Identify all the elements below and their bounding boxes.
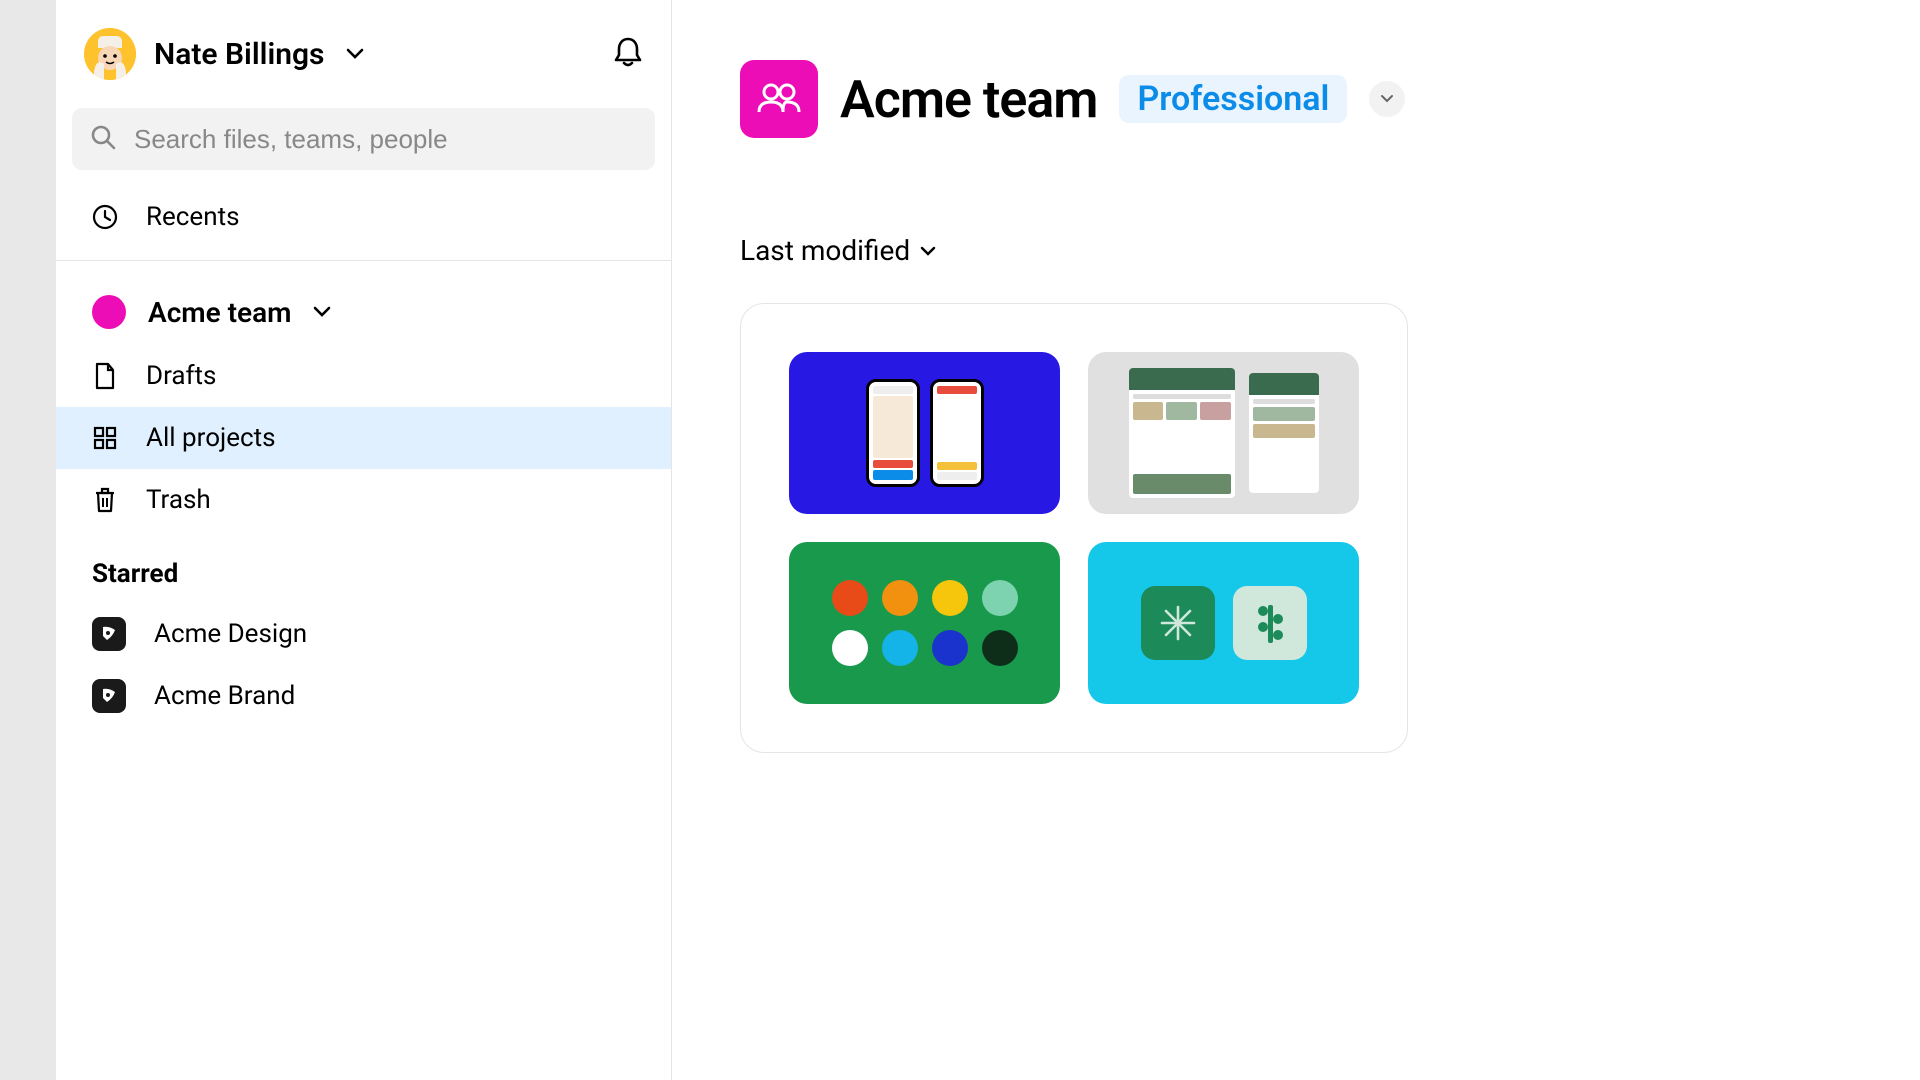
sidebar-item-label: Recents	[146, 202, 240, 232]
pen-icon	[92, 679, 126, 713]
sidebar-item-label: Trash	[146, 485, 211, 515]
thumbnail	[789, 542, 1060, 704]
notifications-button[interactable]	[613, 36, 643, 72]
pen-icon	[92, 617, 126, 651]
team-menu-button[interactable]	[1369, 81, 1405, 117]
chevron-down-icon	[1380, 94, 1394, 104]
webpage-mockup	[1249, 373, 1319, 493]
sidebar-item-drafts[interactable]: Drafts	[56, 345, 671, 407]
color-swatch	[832, 580, 868, 616]
chevron-down-icon	[313, 303, 331, 322]
divider	[56, 260, 671, 261]
search-box[interactable]	[72, 108, 655, 170]
chevron-down-icon	[346, 45, 364, 64]
starred-item-acme-design[interactable]: Acme Design	[56, 603, 671, 665]
plan-badge[interactable]: Professional	[1119, 75, 1347, 123]
color-swatch	[882, 580, 918, 616]
color-swatch	[832, 630, 868, 666]
search-input[interactable]	[134, 124, 637, 155]
sidebar-team-row[interactable]: Acme team	[56, 279, 671, 345]
team-header: Acme team Professional	[740, 60, 1920, 138]
team-avatar	[740, 60, 818, 138]
starred-item-label: Acme Design	[154, 619, 307, 649]
user-menu[interactable]: Nate Billings	[56, 0, 671, 100]
sidebar-team-name: Acme team	[148, 296, 291, 329]
phone-mockup	[930, 379, 984, 487]
sidebar-item-trash[interactable]: Trash	[56, 469, 671, 531]
color-swatch	[982, 580, 1018, 616]
starred-item-label: Acme Brand	[154, 681, 295, 711]
sidebar-item-recents[interactable]: Recents	[56, 186, 671, 248]
color-swatch	[882, 630, 918, 666]
team-title: Acme team	[840, 69, 1097, 130]
team-color-dot	[92, 295, 126, 329]
thumbnail	[1088, 352, 1359, 514]
app-icon	[1233, 586, 1307, 660]
clock-icon	[92, 204, 118, 230]
file-icon	[92, 363, 118, 389]
starred-section-title: Starred	[56, 531, 671, 603]
color-swatch	[982, 630, 1018, 666]
thumbnail	[1088, 542, 1359, 704]
starred-item-acme-brand[interactable]: Acme Brand	[56, 665, 671, 727]
color-swatch	[932, 580, 968, 616]
sort-dropdown[interactable]: Last modified	[740, 234, 1920, 303]
thumbnail	[789, 352, 1060, 514]
trash-icon	[92, 487, 118, 513]
chevron-down-icon	[920, 245, 936, 257]
people-icon	[757, 82, 801, 116]
sidebar: Nate Billings Recents Acme team	[56, 0, 672, 1080]
sidebar-item-label: All projects	[146, 423, 276, 453]
avatar	[84, 28, 136, 80]
sort-label: Last modified	[740, 234, 910, 267]
main-content: Acme team Professional Last modified	[672, 0, 1920, 1080]
project-card[interactable]	[740, 303, 1408, 753]
sidebar-item-all-projects[interactable]: All projects	[56, 407, 671, 469]
search-icon	[90, 124, 116, 154]
grid-icon	[92, 425, 118, 451]
user-name: Nate Billings	[154, 37, 324, 72]
webpage-mockup	[1129, 368, 1235, 498]
app-icon	[1141, 586, 1215, 660]
sidebar-item-label: Drafts	[146, 361, 216, 391]
bell-icon	[613, 36, 643, 68]
phone-mockup	[866, 379, 920, 487]
color-swatch	[932, 630, 968, 666]
